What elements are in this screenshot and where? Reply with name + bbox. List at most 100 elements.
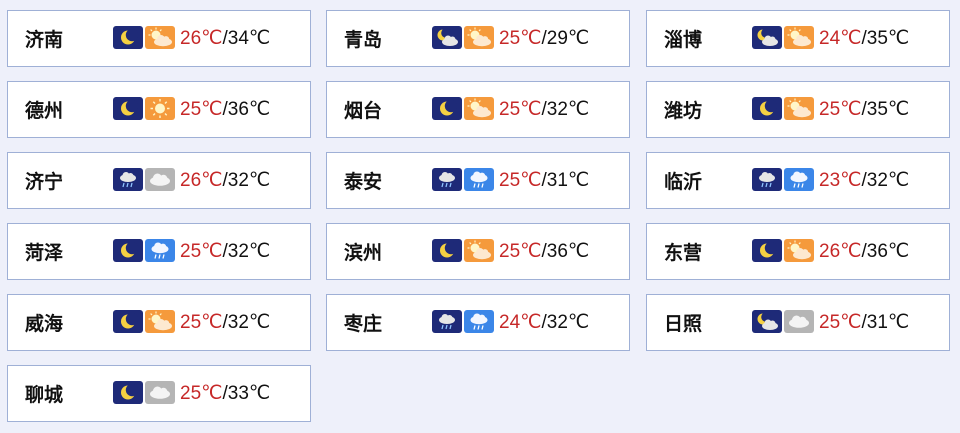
temperature-range: 25℃/32℃: [180, 295, 270, 350]
temperature-range: 25℃/31℃: [499, 153, 589, 208]
temperature-range: 25℃/35℃: [819, 82, 909, 137]
weather-card[interactable]: 东营 26℃/36℃: [646, 223, 950, 280]
high-temp: 31℃: [546, 170, 590, 191]
low-temp: 26℃: [180, 28, 223, 49]
weather-icons: [113, 168, 175, 191]
cloudy-icon: [784, 310, 814, 333]
temperature-range: 25℃/33℃: [180, 366, 270, 421]
weather-card[interactable]: 日照 25℃/31℃: [646, 294, 950, 351]
low-temp: 24℃: [819, 28, 862, 49]
city-name[interactable]: 日照: [664, 295, 702, 350]
weather-icons: [113, 310, 175, 333]
temperature-range: 25℃/36℃: [499, 224, 589, 279]
city-name[interactable]: 德州: [25, 82, 63, 137]
weather-card[interactable]: 淄博 24℃/35℃: [646, 10, 950, 67]
partly-sunny-icon: [145, 26, 175, 49]
weather-icons: [432, 97, 494, 120]
weather-icons: [752, 97, 814, 120]
high-temp: 35℃: [866, 28, 910, 49]
high-temp: 32℃: [546, 312, 590, 333]
weather-card[interactable]: 聊城 25℃/33℃: [7, 365, 311, 422]
weather-icons: [432, 168, 494, 191]
city-name[interactable]: 威海: [25, 295, 63, 350]
high-temp: 36℃: [546, 241, 590, 262]
low-temp: 25℃: [819, 312, 862, 333]
weather-card[interactable]: 济宁 26℃/32℃: [7, 152, 311, 209]
low-temp: 25℃: [819, 99, 862, 120]
weather-card[interactable]: 济南 26℃/34℃: [7, 10, 311, 67]
temperature-range: 25℃/32℃: [180, 224, 270, 279]
low-temp: 25℃: [180, 241, 223, 262]
temperature-range: 25℃/32℃: [499, 82, 589, 137]
partly-sunny-icon: [464, 26, 494, 49]
city-name[interactable]: 枣庄: [344, 295, 382, 350]
high-temp: 32℃: [866, 170, 910, 191]
sunny-icon: [145, 97, 175, 120]
weather-card[interactable]: 威海 25℃/32℃: [7, 294, 311, 351]
moon-icon: [432, 239, 462, 262]
city-name[interactable]: 潍坊: [664, 82, 702, 137]
rain-icon: [464, 310, 494, 333]
weather-card[interactable]: 菏泽 25℃/32℃: [7, 223, 311, 280]
low-temp: 26℃: [819, 241, 862, 262]
low-temp: 24℃: [499, 312, 542, 333]
weather-icons: [752, 310, 814, 333]
weather-card[interactable]: 滨州 25℃/36℃: [326, 223, 630, 280]
temperature-range: 25℃/31℃: [819, 295, 909, 350]
city-name[interactable]: 东营: [664, 224, 702, 279]
partly-sunny-icon: [145, 310, 175, 333]
rain-icon: [145, 239, 175, 262]
temperature-range: 26℃/34℃: [180, 11, 270, 66]
high-temp: 32℃: [227, 241, 271, 262]
weather-icons: [113, 26, 175, 49]
weather-card[interactable]: 潍坊 25℃/35℃: [646, 81, 950, 138]
partly-sunny-icon: [784, 97, 814, 120]
weather-card[interactable]: 德州 25℃/36℃: [7, 81, 311, 138]
city-name[interactable]: 青岛: [344, 11, 382, 66]
city-name[interactable]: 淄博: [664, 11, 702, 66]
night-rain-icon: [432, 168, 462, 191]
weather-icons: [432, 26, 494, 49]
weather-icons: [752, 26, 814, 49]
temperature-range: 25℃/36℃: [180, 82, 270, 137]
low-temp: 25℃: [180, 312, 223, 333]
high-temp: 35℃: [866, 99, 910, 120]
city-name[interactable]: 济南: [25, 11, 63, 66]
weather-card[interactable]: 枣庄 24℃/32℃: [326, 294, 630, 351]
weather-card[interactable]: 临沂 23℃/32℃: [646, 152, 950, 209]
moon-icon: [113, 381, 143, 404]
weather-card[interactable]: 烟台 25℃/32℃: [326, 81, 630, 138]
high-temp: 33℃: [227, 383, 271, 404]
city-name[interactable]: 济宁: [25, 153, 63, 208]
partly-sunny-icon: [784, 26, 814, 49]
partly-sunny-icon: [784, 239, 814, 262]
low-temp: 23℃: [819, 170, 862, 191]
temperature-range: 26℃/32℃: [180, 153, 270, 208]
high-temp: 32℃: [546, 99, 590, 120]
weather-icons: [752, 239, 814, 262]
night-rain-icon: [432, 310, 462, 333]
moon-icon: [113, 26, 143, 49]
city-name[interactable]: 菏泽: [25, 224, 63, 279]
weather-card[interactable]: 青岛 25℃/29℃: [326, 10, 630, 67]
moon-icon: [752, 97, 782, 120]
weather-icons: [432, 239, 494, 262]
city-name[interactable]: 烟台: [344, 82, 382, 137]
moon-icon: [113, 97, 143, 120]
weather-grid: 济南 26℃/34℃ 青岛 25℃/29℃ 淄博 24℃ / 35℃ 德州 25…: [0, 0, 960, 433]
high-temp: 29℃: [546, 28, 590, 49]
moon-icon: [113, 310, 143, 333]
city-name[interactable]: 临沂: [664, 153, 702, 208]
city-name[interactable]: 聊城: [25, 366, 63, 421]
city-name[interactable]: 泰安: [344, 153, 382, 208]
temperature-range: 24℃/35℃: [819, 11, 909, 66]
temperature-range: 23℃/32℃: [819, 153, 909, 208]
night-rain-icon: [752, 168, 782, 191]
weather-card[interactable]: 泰安 25℃/31℃: [326, 152, 630, 209]
temperature-range: 26℃/36℃: [819, 224, 909, 279]
city-name[interactable]: 滨州: [344, 224, 382, 279]
high-temp: 31℃: [866, 312, 910, 333]
low-temp: 25℃: [499, 170, 542, 191]
weather-icons: [113, 97, 175, 120]
partly-sunny-icon: [464, 97, 494, 120]
